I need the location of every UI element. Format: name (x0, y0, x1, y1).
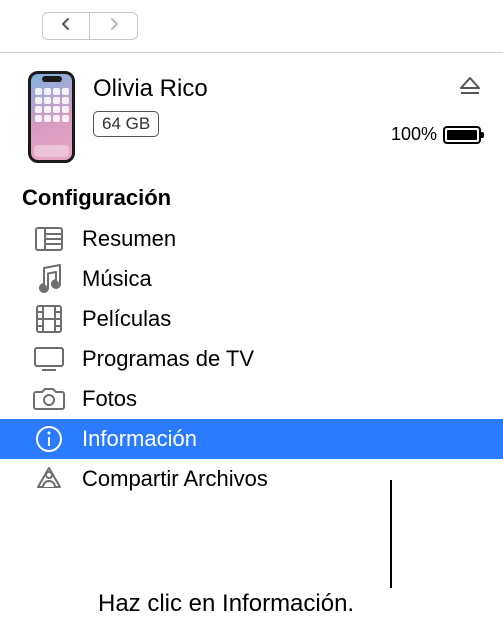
battery-icon (443, 126, 481, 144)
sidebar-item-label: Música (82, 266, 152, 292)
sidebar-item-photos[interactable]: Fotos (0, 379, 503, 419)
toolbar (0, 0, 503, 53)
storage-badge: 64 GB (93, 111, 159, 137)
sidebar-item-tv[interactable]: Programas de TV (0, 339, 503, 379)
sidebar-item-info[interactable]: Información (0, 419, 503, 459)
sidebar-list: Resumen Música Películas Programas de TV… (0, 219, 503, 499)
sidebar-item-movies[interactable]: Películas (0, 299, 503, 339)
device-info: Olivia Rico 64 GB (93, 71, 373, 137)
device-name: Olivia Rico (93, 75, 373, 103)
eject-icon (459, 84, 481, 101)
callout-line (390, 480, 392, 588)
callout-text: Haz clic en Información. (98, 590, 354, 618)
sidebar-item-label: Resumen (82, 226, 176, 252)
chevron-right-icon (109, 17, 119, 36)
summary-icon (32, 224, 66, 254)
sidebar-item-music[interactable]: Música (0, 259, 503, 299)
sidebar-item-summary[interactable]: Resumen (0, 219, 503, 259)
forward-button[interactable] (90, 12, 138, 40)
sidebar-item-label: Fotos (82, 386, 137, 412)
movies-icon (32, 304, 66, 334)
eject-button[interactable] (459, 75, 481, 102)
tv-icon (32, 344, 66, 374)
sidebar-item-label: Información (82, 426, 197, 452)
sidebar-item-label: Programas de TV (82, 346, 254, 372)
music-icon (32, 264, 66, 294)
battery-status: 100% (391, 124, 481, 145)
photos-icon (32, 384, 66, 414)
device-header-right: 100% (391, 71, 481, 145)
back-button[interactable] (42, 12, 90, 40)
device-header: Olivia Rico 64 GB 100% (0, 53, 503, 175)
battery-percent: 100% (391, 124, 437, 145)
info-icon (32, 424, 66, 454)
chevron-left-icon (61, 17, 71, 36)
section-title: Configuración (0, 175, 503, 219)
sidebar-item-file-sharing[interactable]: Compartir Archivos (0, 459, 503, 499)
sidebar-item-label: Compartir Archivos (82, 466, 268, 492)
nav-button-group (42, 12, 138, 40)
sidebar-item-label: Películas (82, 306, 171, 332)
device-thumbnail (28, 71, 75, 163)
file-sharing-icon (32, 464, 66, 494)
